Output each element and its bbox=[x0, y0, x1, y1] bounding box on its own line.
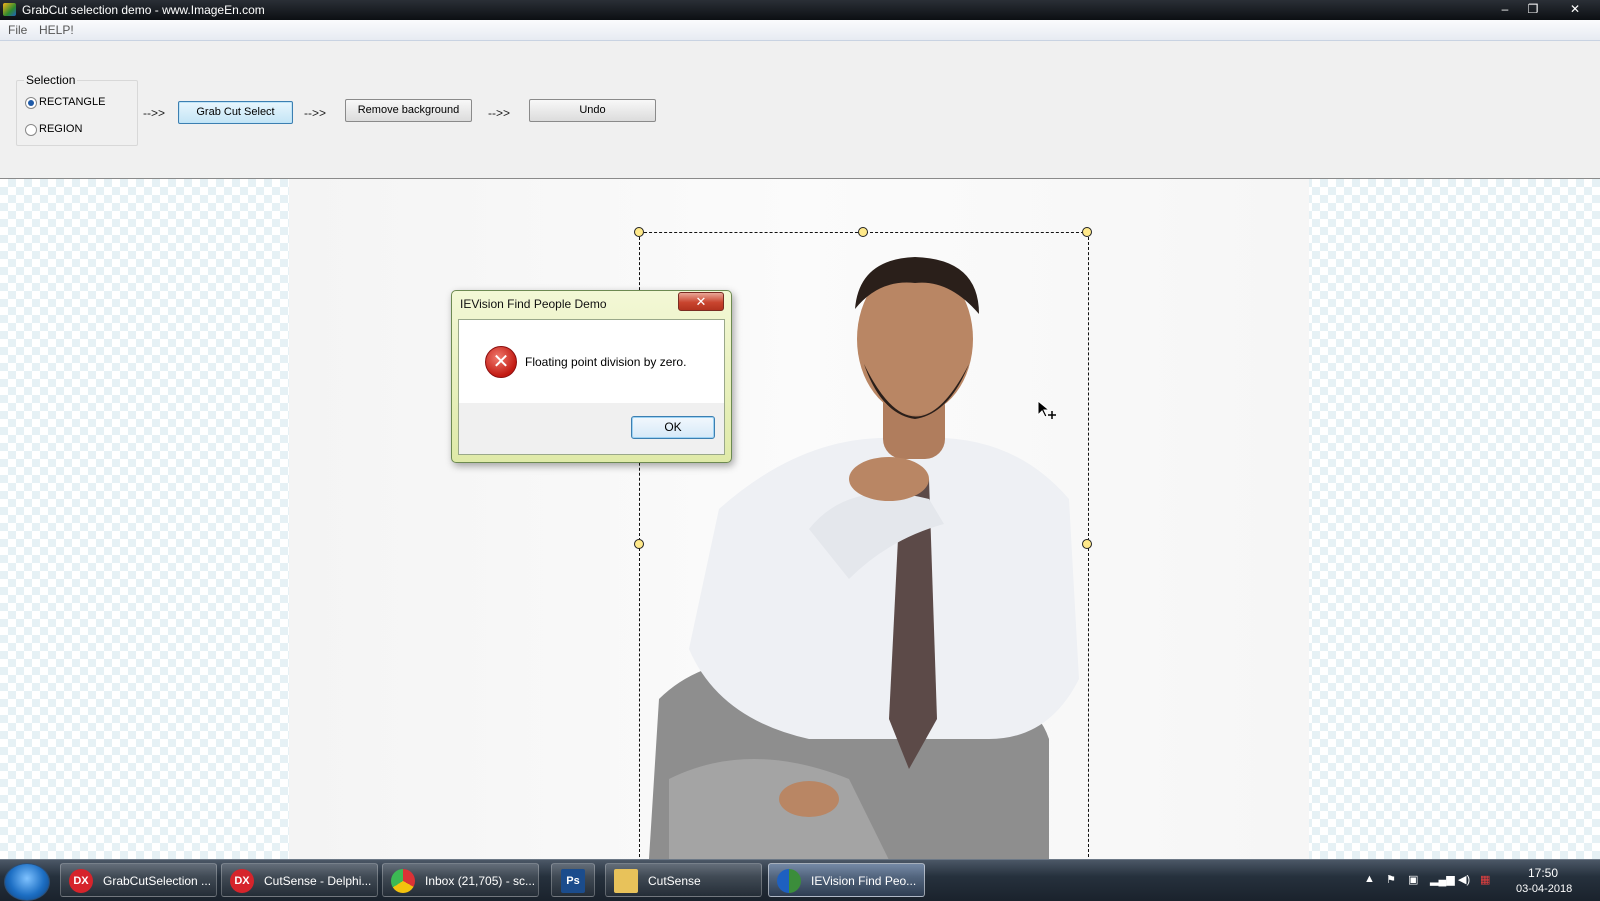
step-arrow: -->> bbox=[488, 106, 511, 120]
selection-handle[interactable] bbox=[634, 227, 644, 237]
selection-legend: Selection bbox=[24, 73, 78, 87]
image-canvas[interactable] bbox=[0, 178, 1600, 860]
taskbar-item-label: GrabCutSelection ... bbox=[103, 874, 212, 888]
error-message: Floating point division by zero. bbox=[525, 355, 687, 369]
selection-group bbox=[16, 80, 138, 146]
clock-date[interactable]: 03-04-2018 bbox=[1516, 883, 1572, 895]
window-titlebar[interactable]: GrabCut selection demo - www.ImageEn.com… bbox=[0, 0, 1600, 20]
grab-cut-select-button[interactable]: Grab Cut Select bbox=[178, 101, 293, 124]
taskbar-item-label: CutSense - Delphi... bbox=[264, 874, 372, 888]
selection-handle[interactable] bbox=[1082, 539, 1092, 549]
menu-file[interactable]: File bbox=[8, 23, 27, 37]
volume-icon[interactable]: ◀) bbox=[1458, 873, 1470, 886]
minimize-button[interactable]: – bbox=[1492, 0, 1518, 18]
menu-help[interactable]: HELP! bbox=[39, 23, 74, 37]
device-icon[interactable]: ▣ bbox=[1408, 873, 1418, 886]
selection-handle[interactable] bbox=[858, 227, 868, 237]
clock-time[interactable]: 17:50 bbox=[1528, 866, 1558, 880]
delphi-icon: DX bbox=[230, 869, 254, 893]
network-warning-icon[interactable]: ▦ bbox=[1480, 873, 1490, 886]
radio-region[interactable] bbox=[25, 124, 37, 136]
signal-icon[interactable]: ▂▄▆ bbox=[1430, 873, 1455, 886]
delphi-icon: DX bbox=[69, 869, 93, 893]
taskbar-item-ievision[interactable]: IEVision Find Peo... bbox=[768, 863, 925, 897]
taskbar-item-grabcut[interactable]: DX GrabCutSelection ... bbox=[60, 863, 217, 897]
taskbar-item-chrome[interactable]: Inbox (21,705) - sc... bbox=[382, 863, 539, 897]
undo-button[interactable]: Undo bbox=[529, 99, 656, 122]
taskbar-item-cutsense-delphi[interactable]: DX CutSense - Delphi... bbox=[221, 863, 378, 897]
radio-rectangle[interactable] bbox=[25, 97, 37, 109]
taskbar-item-label: CutSense bbox=[648, 874, 701, 888]
app-icon bbox=[3, 3, 16, 16]
taskbar-item-photoshop[interactable]: Ps bbox=[551, 863, 595, 897]
window-title: GrabCut selection demo - www.ImageEn.com bbox=[22, 3, 265, 17]
radio-rectangle-label[interactable]: RECTANGLE bbox=[39, 96, 105, 108]
dialog-title: IEVision Find People Demo bbox=[460, 297, 607, 311]
maximize-button[interactable]: ❐ bbox=[1520, 0, 1546, 18]
taskbar-item-label: Inbox (21,705) - sc... bbox=[425, 874, 536, 888]
photoshop-icon: Ps bbox=[561, 869, 585, 893]
taskbar-item-cutsense-folder[interactable]: CutSense bbox=[605, 863, 762, 897]
close-window-button[interactable]: ✕ bbox=[1560, 0, 1590, 18]
chrome-icon bbox=[391, 869, 415, 893]
error-dialog[interactable]: IEVision Find People Demo ✕ ✕ Floating p… bbox=[451, 290, 732, 463]
radio-region-label[interactable]: REGION bbox=[39, 123, 82, 135]
folder-icon bbox=[614, 869, 638, 893]
step-arrow: -->> bbox=[304, 106, 327, 120]
app-icon bbox=[777, 869, 801, 893]
show-hidden-icons-icon[interactable]: ▲ bbox=[1364, 873, 1375, 885]
action-center-flag-icon[interactable]: ⚑ bbox=[1386, 873, 1396, 886]
start-button[interactable] bbox=[4, 863, 50, 901]
ok-button[interactable]: OK bbox=[631, 416, 715, 439]
taskbar-item-label: IEVision Find Peo... bbox=[811, 874, 917, 888]
step-arrow: -->> bbox=[143, 106, 166, 120]
dialog-close-button[interactable]: ✕ bbox=[678, 292, 724, 311]
taskbar: DX GrabCutSelection ... DX CutSense - De… bbox=[0, 859, 1600, 901]
error-icon: ✕ bbox=[485, 346, 517, 378]
remove-background-button[interactable]: Remove background bbox=[345, 99, 472, 122]
menu-bar: File HELP! bbox=[0, 20, 1600, 41]
move-cursor-icon bbox=[1036, 399, 1058, 421]
selection-handle[interactable] bbox=[634, 539, 644, 549]
selection-handle[interactable] bbox=[1082, 227, 1092, 237]
dialog-body: ✕ Floating point division by zero. OK bbox=[458, 319, 725, 455]
